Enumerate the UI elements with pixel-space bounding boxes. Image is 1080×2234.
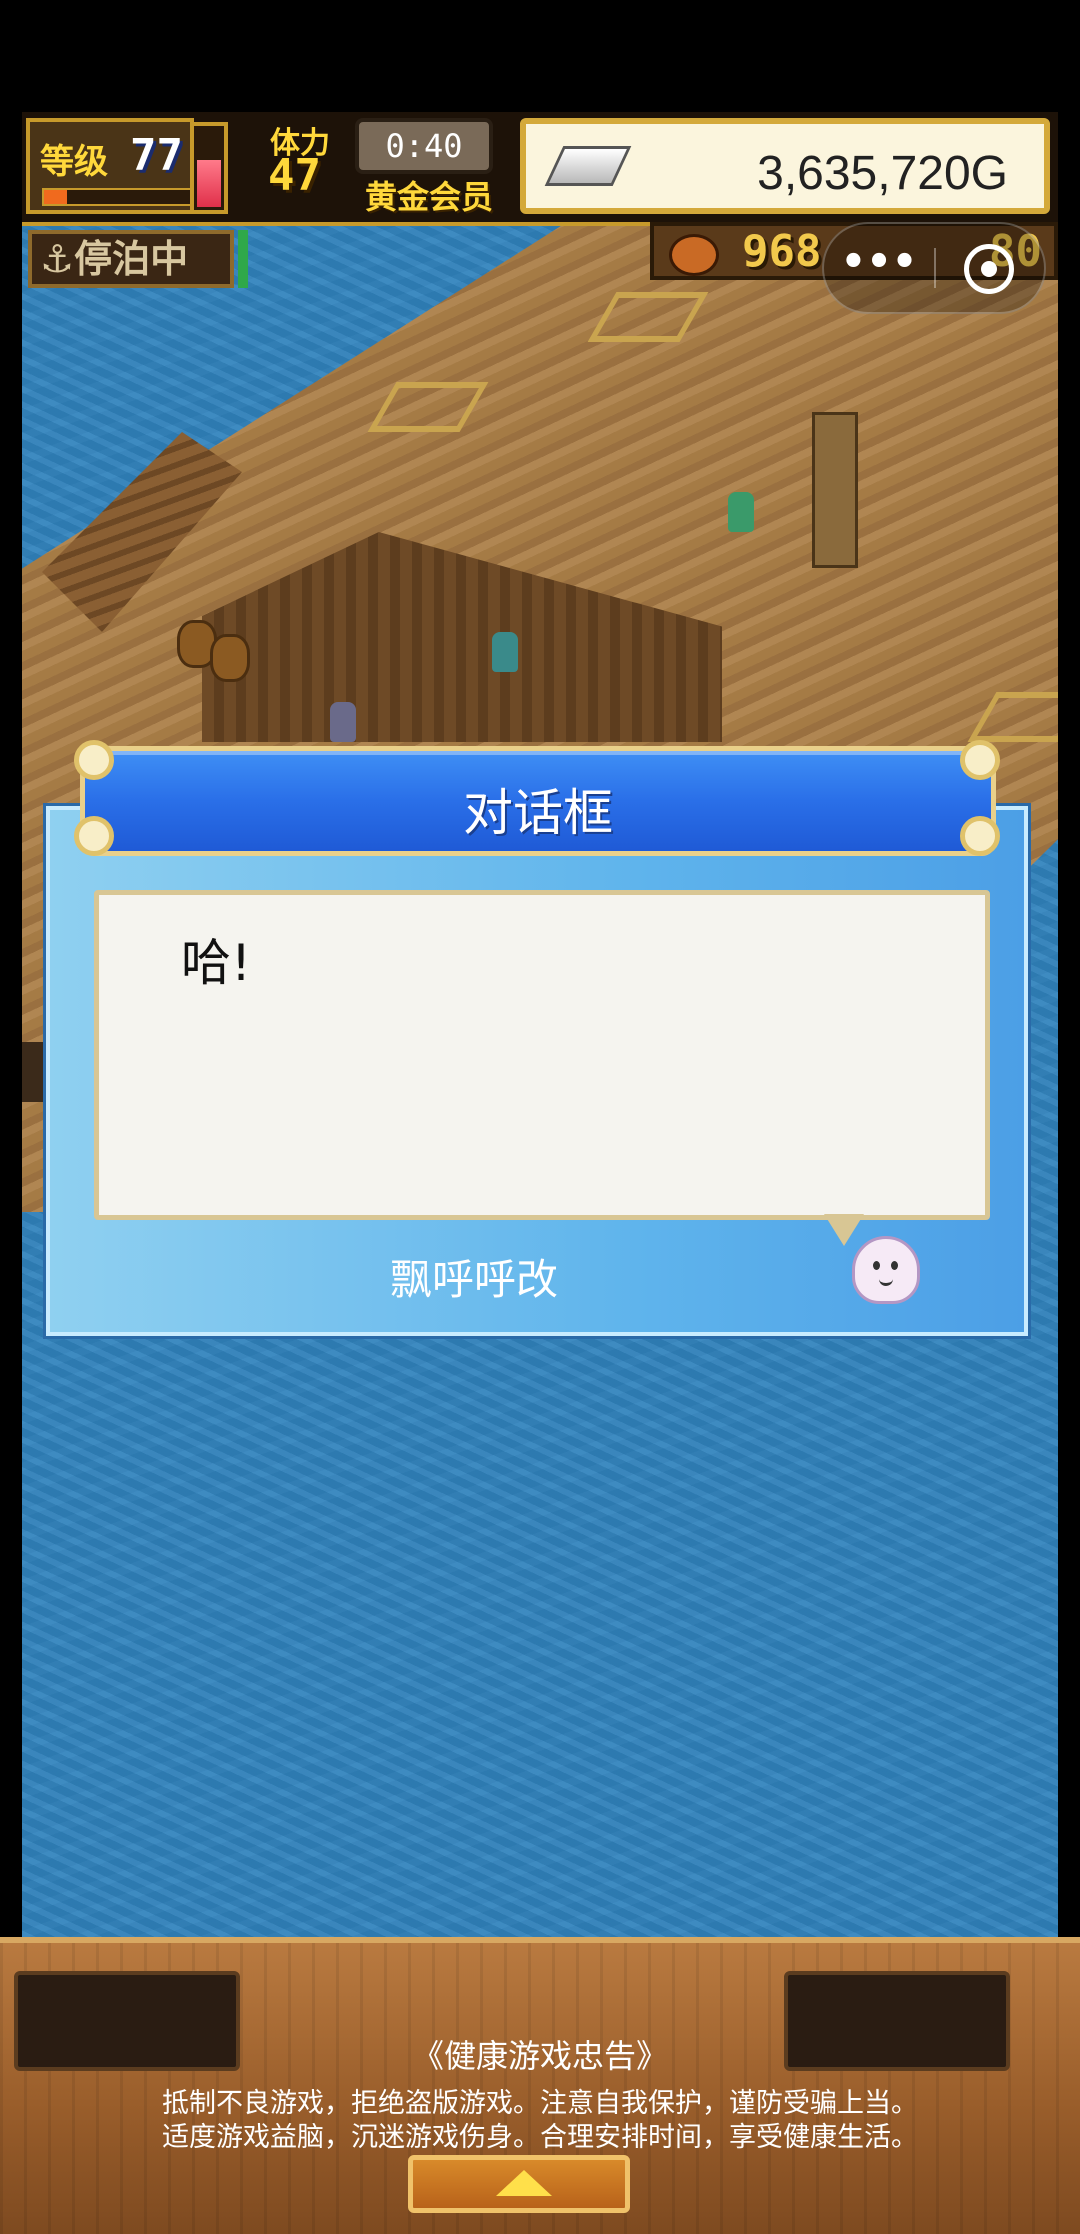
level-panel[interactable]: 等级 77 bbox=[26, 118, 196, 214]
advisory-title: 《健康游戏忠告》 bbox=[411, 2037, 668, 2075]
status-bar bbox=[0, 0, 1080, 112]
silver-bar-icon bbox=[544, 146, 632, 186]
up-arrow-icon bbox=[496, 2170, 552, 2196]
stamina-gauge bbox=[190, 122, 228, 214]
speech-tail bbox=[824, 1214, 864, 1246]
membership-badge[interactable]: 黄金会员 bbox=[365, 172, 493, 218]
level-label: 等级 bbox=[40, 142, 108, 182]
level-value: 77 bbox=[130, 130, 183, 181]
message-text: 哈! bbox=[181, 934, 252, 992]
close-miniprogram-button[interactable] bbox=[964, 244, 1014, 294]
barrel bbox=[210, 634, 250, 682]
stamina-timer: 0:40 bbox=[355, 118, 493, 174]
crew-character[interactable] bbox=[330, 702, 356, 742]
message-box[interactable]: 哈! bbox=[94, 890, 990, 1220]
anchor-icon: ⚓ bbox=[40, 237, 75, 281]
ghost-avatar-icon bbox=[852, 1236, 920, 1304]
food-icon bbox=[669, 234, 719, 276]
resource-value: 968 bbox=[742, 226, 822, 277]
capsule-divider bbox=[934, 248, 936, 288]
more-button[interactable]: ••• bbox=[824, 224, 934, 312]
miniprogram-capsule: ••• bbox=[822, 222, 1046, 314]
corner-ornament bbox=[74, 740, 114, 780]
gold-amount: 3,635,720G bbox=[757, 147, 1008, 200]
corner-ornament bbox=[74, 816, 114, 856]
status-text: 停泊中 bbox=[74, 237, 189, 281]
advisory-line-2: 适度游戏益脑，沉迷游戏伤身。合理安排时间，享受健康生活。 bbox=[162, 2122, 918, 2153]
bottom-bar: 《健康游戏忠告》 抵制不良游戏，拒绝盗版游戏。注意自我保护，谨防受骗上当。 适度… bbox=[0, 1937, 1080, 2234]
dialog-title: 对话框 bbox=[463, 784, 613, 842]
crew-character[interactable] bbox=[728, 492, 754, 532]
stamina-value: 47 bbox=[268, 150, 321, 201]
crew-character[interactable] bbox=[492, 632, 518, 672]
ship-mast bbox=[812, 412, 858, 568]
expand-menu-button[interactable] bbox=[408, 2155, 630, 2213]
speaker-name: 飘呼呼改 bbox=[390, 1255, 559, 1304]
target-icon bbox=[981, 261, 997, 277]
docked-status: ⚓停泊中 bbox=[28, 230, 234, 288]
status-indicator bbox=[238, 230, 248, 288]
gold-panel[interactable]: 3,635,720G bbox=[520, 118, 1050, 214]
corner-ornament bbox=[960, 816, 1000, 856]
exp-bar bbox=[42, 188, 196, 206]
corner-ornament bbox=[960, 740, 1000, 780]
dialog-title-bar: 对话框 bbox=[80, 746, 996, 856]
